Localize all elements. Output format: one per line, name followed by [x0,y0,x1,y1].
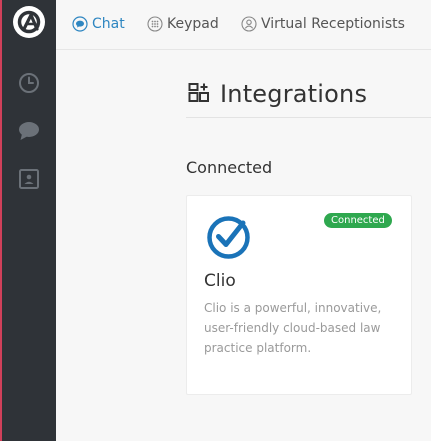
tab-label: Keypad [167,16,219,32]
sidebar-item-contacts[interactable] [2,159,56,199]
tab-label: Virtual Receptionists [261,16,405,32]
tab-keypad[interactable]: Keypad [147,14,219,34]
sidebar [2,0,56,441]
clio-logo-icon [207,216,250,259]
sidebar-item-history[interactable] [2,63,56,103]
tab-label: Chat [92,16,125,32]
contact-card-icon [19,169,39,189]
app-logo-icon [13,6,45,38]
page-title: Integrations [220,79,368,108]
page-header: Integrations [186,70,431,118]
section-title: Connected [186,158,273,177]
sidebar-item-chat[interactable] [2,111,56,151]
keypad-icon [147,16,163,32]
integrations-icon [188,82,209,102]
app-logo-button[interactable] [2,2,56,42]
tab-chat[interactable]: Chat [72,14,125,34]
chat-bubble-icon [72,16,88,32]
clock-icon [19,73,39,93]
top-navigation: Chat Keypad Virtual Receptionists [56,0,431,50]
receptionist-icon [241,16,257,32]
tab-virtual-receptionists[interactable]: Virtual Receptionists [241,14,405,34]
status-badge: Connected [324,213,392,228]
integration-name: Clio [204,271,236,291]
chat-icon [19,122,39,140]
integration-card[interactable]: Connected Clio Clio is a powerful, innov… [186,195,412,395]
integration-description: Clio is a powerful, innovative, user-fri… [204,301,382,355]
